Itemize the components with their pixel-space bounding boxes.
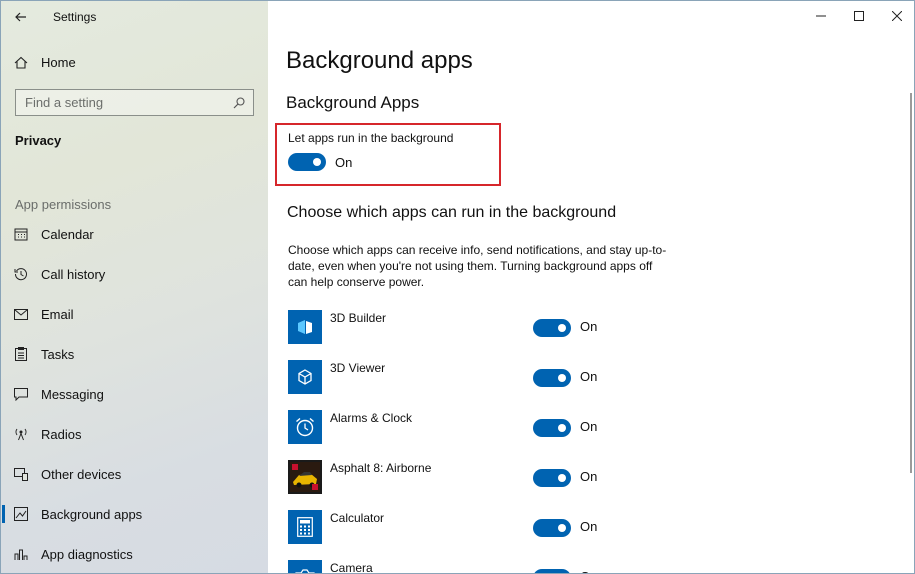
app-toggle[interactable] xyxy=(533,519,571,537)
apps-heading: Choose which apps can run in the backgro… xyxy=(287,204,617,221)
app-row-calculator: Calculator On xyxy=(288,510,618,544)
toggle-knob xyxy=(313,158,321,166)
app-toggle[interactable] xyxy=(533,569,571,573)
app-name: Alarms & Clock xyxy=(330,411,413,425)
app-toggle-state: On xyxy=(580,469,598,484)
toggle-knob xyxy=(558,324,566,332)
radio-icon xyxy=(1,427,41,441)
sidebar-item-label: Calendar xyxy=(41,226,94,242)
app-toggle-state: On xyxy=(580,419,598,434)
app-row-alarms-clock: Alarms & Clock On xyxy=(288,410,618,444)
sidebar-item-label: Radios xyxy=(41,426,82,442)
app-toggle-state: On xyxy=(580,319,598,334)
toggle-knob xyxy=(558,424,566,432)
sidebar: Settings Home Privacy App permissions Ca… xyxy=(1,1,268,573)
asphalt-icon xyxy=(288,460,322,494)
background-apps-icon xyxy=(1,507,41,521)
app-toggle[interactable] xyxy=(533,369,571,387)
app-row-camera: Camera On xyxy=(288,560,618,574)
master-toggle[interactable] xyxy=(288,153,326,171)
main-pane: Background apps Background Apps Let apps… xyxy=(268,1,914,574)
sidebar-item-other-devices[interactable]: Other devices xyxy=(1,456,268,492)
mail-icon xyxy=(1,308,41,320)
app-name: 3D Viewer xyxy=(330,361,386,375)
sidebar-item-label: App diagnostics xyxy=(41,546,133,562)
toggle-knob xyxy=(558,524,566,532)
sidebar-item-label: Messaging xyxy=(41,386,104,402)
sidebar-item-label: Other devices xyxy=(41,466,122,482)
minimize-button[interactable] xyxy=(802,1,840,31)
nav-home-label: Home xyxy=(41,54,76,70)
sidebar-item-label: Background apps xyxy=(41,506,143,522)
app-name: Camera xyxy=(330,561,373,574)
toggle-knob xyxy=(558,374,566,382)
apps-description: Choose which apps can receive info, send… xyxy=(288,243,667,289)
sidebar-item-calendar[interactable]: Calendar xyxy=(1,216,268,252)
close-icon xyxy=(892,11,902,21)
section-subheading: Background Apps xyxy=(286,93,420,112)
sidebar-item-call-history[interactable]: Call history xyxy=(1,256,268,292)
settings-window: Settings Home Privacy App permissions Ca… xyxy=(0,0,915,574)
master-toggle-state: On xyxy=(335,155,353,170)
message-icon xyxy=(1,387,41,401)
app-toggle-state: On xyxy=(580,369,598,384)
maximize-icon xyxy=(854,11,864,21)
app-name: Calculator xyxy=(330,511,385,525)
devices-icon xyxy=(1,467,41,481)
sidebar-item-background-apps[interactable]: Background apps xyxy=(1,496,268,532)
search-icon xyxy=(233,96,245,108)
app-toggle[interactable] xyxy=(533,319,571,337)
sidebar-item-app-diagnostics[interactable]: App diagnostics xyxy=(1,536,268,572)
calendar-icon xyxy=(1,227,41,241)
diagnostics-icon xyxy=(1,547,41,561)
app-row-3d-builder: 3D Builder On xyxy=(288,310,618,344)
app-toggle[interactable] xyxy=(533,469,571,487)
app-toggle-state: On xyxy=(580,569,597,573)
master-toggle-label: Let apps run in the background xyxy=(288,131,454,145)
sidebar-item-messaging[interactable]: Messaging xyxy=(1,376,268,412)
sidebar-item-radios[interactable]: Radios xyxy=(1,416,268,452)
history-icon xyxy=(1,267,41,281)
window-controls xyxy=(802,1,914,31)
group-label: App permissions xyxy=(15,197,112,212)
scrollbar[interactable] xyxy=(910,93,912,473)
search-input[interactable] xyxy=(25,95,215,110)
back-arrow-icon xyxy=(15,12,26,22)
app-row-asphalt: Asphalt 8: Airborne On xyxy=(288,460,618,494)
app-name: Asphalt 8: Airborne xyxy=(330,461,432,475)
sidebar-item-tasks[interactable]: Tasks xyxy=(1,336,268,372)
toggle-knob xyxy=(558,474,566,482)
page-title: Background apps xyxy=(286,47,473,74)
maximize-button[interactable] xyxy=(840,1,878,31)
app-toggle-state: On xyxy=(580,519,598,534)
calculator-icon xyxy=(288,510,322,544)
app-toggle[interactable] xyxy=(533,419,571,437)
minimize-icon xyxy=(816,15,826,17)
close-button[interactable] xyxy=(878,1,914,31)
app-name: 3D Builder xyxy=(330,311,387,325)
section-title: Privacy xyxy=(15,133,62,148)
nav-home[interactable]: Home xyxy=(1,44,268,80)
search-box[interactable] xyxy=(15,89,254,116)
alarm-clock-icon xyxy=(288,410,322,444)
sidebar-item-label: Call history xyxy=(41,266,106,282)
tasks-icon xyxy=(1,347,41,361)
sidebar-item-email[interactable]: Email xyxy=(1,296,268,332)
camera-icon xyxy=(288,560,322,573)
window-title: Settings xyxy=(53,10,97,24)
title-bar: Settings xyxy=(1,1,268,33)
3d-builder-icon xyxy=(288,310,322,344)
app-row-3d-viewer: 3D Viewer On xyxy=(288,360,618,394)
sidebar-item-label: Email xyxy=(41,306,74,322)
3d-viewer-icon xyxy=(288,360,322,394)
sidebar-item-label: Tasks xyxy=(41,346,75,362)
home-icon xyxy=(1,56,41,69)
back-button[interactable] xyxy=(1,2,41,32)
